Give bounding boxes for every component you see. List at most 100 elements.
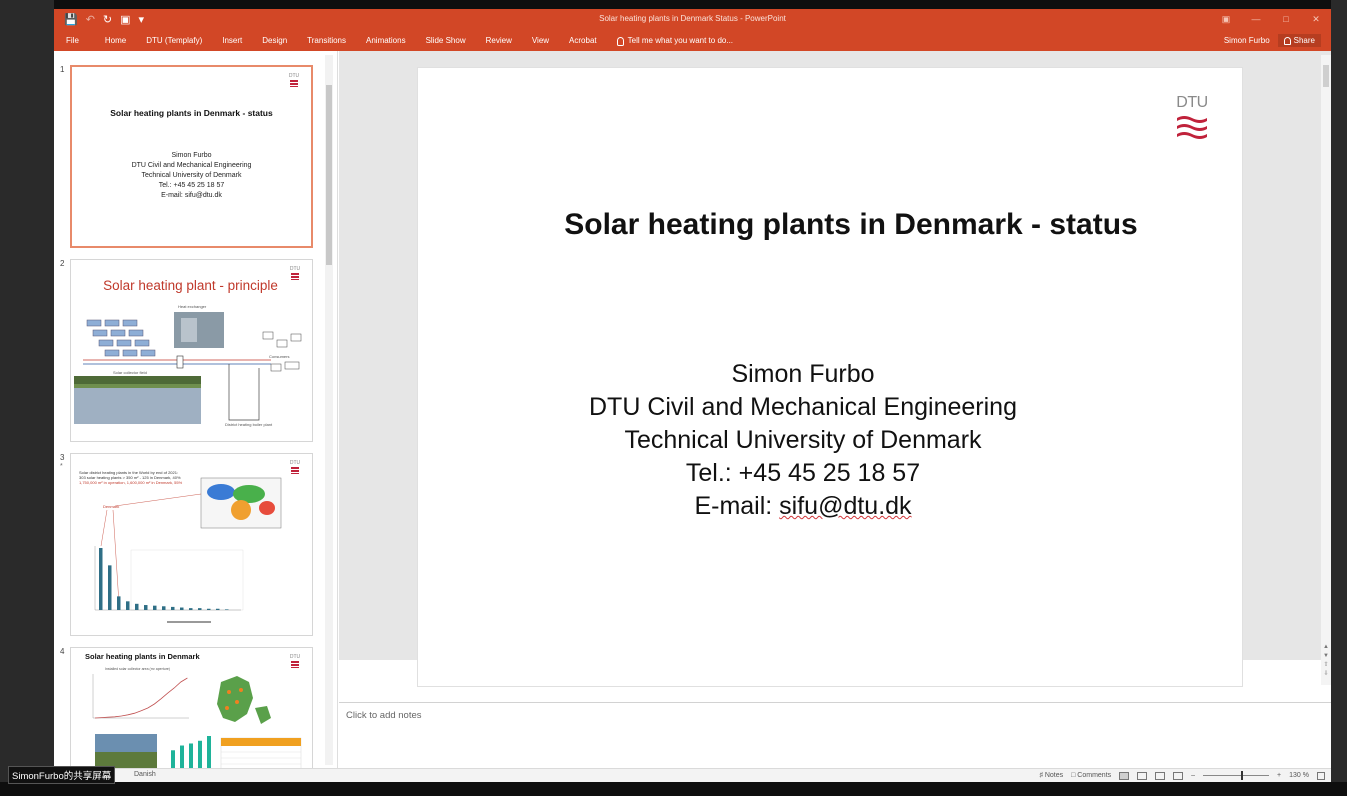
chart-bar	[198, 740, 202, 768]
tab-dtu-templafy[interactable]: DTU (Templafy)	[146, 35, 202, 47]
thumbnail-number: 4	[60, 647, 65, 656]
zoom-out-icon[interactable]: –	[1191, 770, 1195, 781]
tell-me-box[interactable]: Tell me what you want to do...	[616, 35, 734, 47]
zoom-in-icon[interactable]: +	[1277, 770, 1281, 781]
fit-to-window-icon[interactable]	[1317, 771, 1325, 780]
frame-right-margin	[1331, 0, 1347, 796]
powerpoint-window: 💾 ↶ ↻ ▣ ▾ Solar heating plants in Denmar…	[54, 9, 1331, 782]
chart-bar	[180, 745, 184, 768]
frame-left-margin	[0, 0, 54, 796]
heat-exchanger-icon	[176, 355, 184, 369]
map-region	[207, 484, 235, 500]
window-title: Solar heating plants in Denmark Status -…	[599, 14, 786, 23]
close-icon[interactable]: ✕	[1301, 9, 1331, 31]
ribbon-display-icon[interactable]: ▣	[1211, 9, 1241, 31]
thumbnail-contact: Simon Furbo DTU Civil and Mechanical Eng…	[72, 151, 311, 201]
slide-editor: DTU Solar heating plants in Denmark - st…	[339, 51, 1331, 687]
window-controls: ▣ — □ ✕	[1211, 9, 1331, 31]
slide-thumbnail-1[interactable]: DTU Solar heating plants in Denmark - st…	[70, 65, 313, 248]
slide-thumbnail-2[interactable]: DTU Solar heating plant - principle Heat…	[70, 259, 313, 442]
thumbnail-scrollbar[interactable]	[325, 55, 333, 765]
tab-file[interactable]: File	[66, 35, 79, 47]
comments-toggle[interactable]: □ Comments	[1071, 770, 1111, 781]
slide-thumbnail-pane: 1 DTU Solar heating plants in Denmark - …	[54, 51, 338, 768]
notes-toggle[interactable]: ♯ Notes	[1039, 770, 1063, 781]
slide-show-icon[interactable]	[1173, 771, 1184, 780]
maximize-icon[interactable]: □	[1271, 9, 1301, 31]
user-name[interactable]: Simon Furbo	[1224, 36, 1270, 45]
email-address[interactable]: sifu@dtu.dk	[779, 492, 911, 520]
map-region	[259, 501, 275, 515]
editor-scrollbar[interactable]: ▲ ▼ ⇧ ⇩	[1321, 55, 1331, 685]
title-bar: 💾 ↶ ↻ ▣ ▾ Solar heating plants in Denmar…	[54, 9, 1331, 31]
thumbnail-line: DTU Civil and Mechanical Engineering	[131, 162, 252, 169]
reading-view-icon[interactable]	[1155, 771, 1166, 780]
notes-pane[interactable]: Click to add notes	[339, 702, 1331, 768]
photo-detail	[181, 318, 197, 342]
photo-collectors	[74, 388, 201, 424]
tab-review[interactable]: Review	[486, 35, 512, 47]
dtu-logo-icon: DTU	[287, 73, 301, 87]
chart-plot-area	[130, 549, 244, 611]
email-label: E-mail:	[694, 492, 780, 520]
share-button[interactable]: Share	[1277, 34, 1321, 47]
tab-slide-show[interactable]: Slide Show	[426, 35, 466, 47]
zoom-level[interactable]: 130 %	[1289, 770, 1309, 781]
chart-bar	[216, 608, 220, 610]
slide-thumbnail-3[interactable]: DTU Solar district heating plants in the…	[70, 453, 313, 636]
tab-transitions[interactable]: Transitions	[307, 35, 346, 47]
slide-nav-arrows[interactable]: ▲ ▼ ⇧ ⇩	[1321, 643, 1331, 679]
tab-home[interactable]: Home	[105, 35, 126, 47]
ribbon-tabs: File Home DTU (Templafy) Insert Design T…	[66, 35, 733, 47]
language-indicator[interactable]: Danish	[134, 771, 156, 778]
dtu-waves-icon	[1177, 116, 1207, 139]
diagram-label: Heat exchanger	[178, 304, 207, 309]
thumbnail-scroll-thumb[interactable]	[326, 85, 332, 265]
chart-bar	[153, 605, 157, 610]
slide-contact-block[interactable]: Simon Furbo DTU Civil and Mechanical Eng…	[418, 358, 1188, 523]
tab-animations[interactable]: Animations	[366, 35, 406, 47]
map-region	[233, 485, 265, 503]
slide-sorter-icon[interactable]	[1137, 771, 1148, 780]
university: Technical University of Denmark	[624, 426, 982, 454]
tab-design[interactable]: Design	[262, 35, 287, 47]
map-region	[231, 500, 251, 520]
callout-label: Denmark	[103, 504, 119, 509]
solar-collector-field-icon	[86, 319, 156, 357]
status-bar: Danish ♯ Notes □ Comments – + 130 %	[54, 768, 1331, 782]
world-plants-chart: Denmark	[94, 477, 282, 623]
photo-trees	[74, 376, 201, 384]
thumbnail-title: Solar heating plants in Denmark - status	[110, 108, 273, 118]
diagram-label: Solar collector field	[113, 370, 147, 375]
normal-view-icon[interactable]	[1119, 771, 1130, 780]
current-slide[interactable]: DTU Solar heating plants in Denmark - st…	[417, 67, 1243, 687]
denmark-plants-chart: Installed solar collector area (m² apert…	[92, 667, 302, 768]
zoom-slider-thumb[interactable]	[1241, 771, 1244, 780]
thumbnail-number: 2	[60, 259, 65, 268]
minimize-icon[interactable]: —	[1241, 9, 1271, 31]
frame-bottom-edge	[0, 782, 1347, 796]
department: DTU Civil and Mechanical Engineering	[589, 393, 1017, 421]
screen-share-frame: 💾 ↶ ↻ ▣ ▾ Solar heating plants in Denmar…	[0, 0, 1347, 796]
callout-line	[114, 493, 202, 507]
tab-acrobat[interactable]: Acrobat	[569, 35, 597, 47]
tab-view[interactable]: View	[532, 35, 549, 47]
callout-line	[112, 509, 120, 605]
chart-subtitle: Installed solar collector area (m² apert…	[105, 667, 170, 671]
tab-insert[interactable]: Insert	[222, 35, 242, 47]
chart-bar	[180, 607, 184, 610]
person-icon	[1283, 36, 1291, 45]
chart-bar	[225, 609, 229, 610]
comments-label: Comments	[1077, 772, 1112, 779]
thumbnail-line: Simon Furbo	[171, 152, 212, 159]
editor-scroll-thumb[interactable]	[1323, 65, 1329, 87]
chart-bar	[99, 548, 103, 610]
slide-title[interactable]: Solar heating plants in Denmark - status	[418, 208, 1244, 242]
zoom-slider[interactable]	[1203, 771, 1270, 780]
slide-thumbnail-4[interactable]: DTU Solar heating plants in Denmark Inst…	[70, 647, 313, 768]
chart-bar	[135, 603, 139, 610]
thumbnail-number: 1	[60, 65, 65, 74]
tell-me-text: Tell me what you want to do...	[627, 36, 734, 45]
chart-bar	[189, 743, 193, 768]
thumbnail-number: 3	[60, 453, 65, 462]
